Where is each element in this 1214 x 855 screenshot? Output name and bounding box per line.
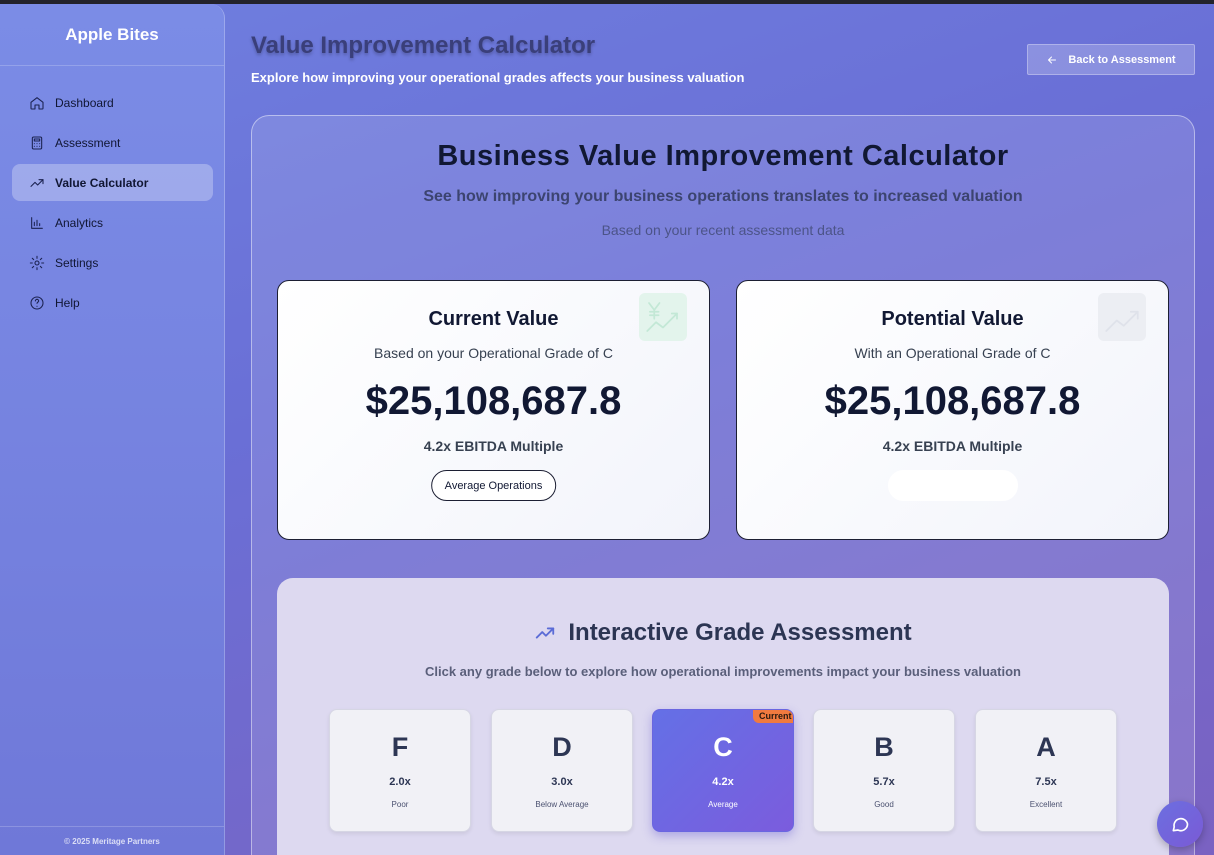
current-value-title: Current Value [428,308,559,330]
grade-letter: D [552,732,572,762]
sidebar-item-value-calculator[interactable]: Value Calculator [12,164,213,201]
grade-letter: C [713,732,733,762]
grade-multiple: 3.0x [551,776,573,788]
grade-card-d[interactable]: D 3.0x Below Average [491,709,633,832]
grade-letter: A [1036,732,1056,762]
sidebar-item-settings[interactable]: Settings [12,244,213,281]
sidebar-item-label: Help [55,295,80,310]
arrow-left-icon [1048,56,1057,63]
grade-card-b[interactable]: B 5.7x Good [813,709,955,832]
calculator-icon [28,134,46,152]
calculator-subtitle: See how improving your business operatio… [423,188,1023,205]
help-circle-icon [28,294,46,312]
grade-description: Below Average [535,800,589,809]
calculator-note: Based on your recent assessment data [601,222,845,238]
back-button-label: Back to Assessment [1068,53,1176,66]
grade-card-a[interactable]: A 7.5x Excellent [975,709,1117,832]
sidebar-item-label: Analytics [55,215,104,230]
back-to-assessment-button[interactable]: Back to Assessment [1027,44,1195,75]
gear-icon [28,254,46,272]
grade-multiple: 4.2x [712,776,734,788]
grade-assessment-title: Interactive Grade Assessment [568,619,912,646]
potential-value-card: Potential Value With an Operational Grad… [736,280,1169,540]
current-value-card: Current Value Based on your Operational … [277,280,710,540]
potential-value-subtitle: With an Operational Grade of C [854,345,1051,361]
operations-level-badge: Average Operations [430,470,557,501]
sidebar-item-label: Settings [55,255,99,270]
grade-multiple: 2.0x [389,776,411,788]
grade-description: Average [708,800,738,809]
sidebar-nav: Dashboard Assessment Value Calculator An… [0,66,224,321]
page-subtitle: Explore how improving your operational g… [251,70,745,85]
home-icon [28,94,46,112]
grade-letter: F [391,732,409,762]
sidebar-item-label: Value Calculator [55,175,149,190]
current-value-subtitle: Based on your Operational Grade of C [374,345,613,361]
improvement-badge-placeholder [887,470,1018,501]
current-value-multiple: 4.2x EBITDA Multiple [423,438,564,454]
sidebar-item-assessment[interactable]: Assessment [12,124,213,161]
sidebar-item-help[interactable]: Help [12,284,213,321]
current-value-amount: $25,108,687.8 [365,379,622,423]
grade-multiple: 7.5x [1035,776,1057,788]
grade-description: Excellent [1029,800,1063,809]
calculator-title: Business Value Improvement Calculator [437,140,1009,172]
current-grade-badge: Current [753,710,793,723]
sidebar-footer: © 2025 Meritage Partners [0,826,224,855]
sidebar: Apple Bites Dashboard Assessment Value C… [0,4,225,855]
grade-multiple: 5.7x [873,776,895,788]
grade-assessment-subtitle: Click any grade below to explore how ope… [425,664,1021,679]
grade-description: Good [874,800,894,809]
grade-card-c[interactable]: Current C 4.2x Average [652,709,794,832]
page-title: Value Improvement Calculator [251,32,596,59]
trending-up-icon [536,627,555,639]
sidebar-item-dashboard[interactable]: Dashboard [12,84,213,121]
brand-logo[interactable]: Apple Bites [0,4,224,66]
chat-bubble-icon [1172,817,1189,832]
chat-button[interactable] [1157,801,1203,847]
potential-value-amount: $25,108,687.8 [824,379,1081,423]
grade-card-f[interactable]: F 2.0x Poor [329,709,471,832]
sidebar-item-label: Dashboard [55,95,114,110]
bar-chart-icon [28,214,46,232]
grade-assessment-heading: Interactive Grade Assessment [277,619,1169,647]
sidebar-item-analytics[interactable]: Analytics [12,204,213,241]
sidebar-item-label: Assessment [55,135,121,150]
potential-value-title: Potential Value [881,308,1024,330]
grade-letter: B [874,732,894,762]
potential-value-multiple: 4.2x EBITDA Multiple [882,438,1023,454]
trending-up-icon [28,174,46,192]
grade-description: Poor [391,800,409,809]
